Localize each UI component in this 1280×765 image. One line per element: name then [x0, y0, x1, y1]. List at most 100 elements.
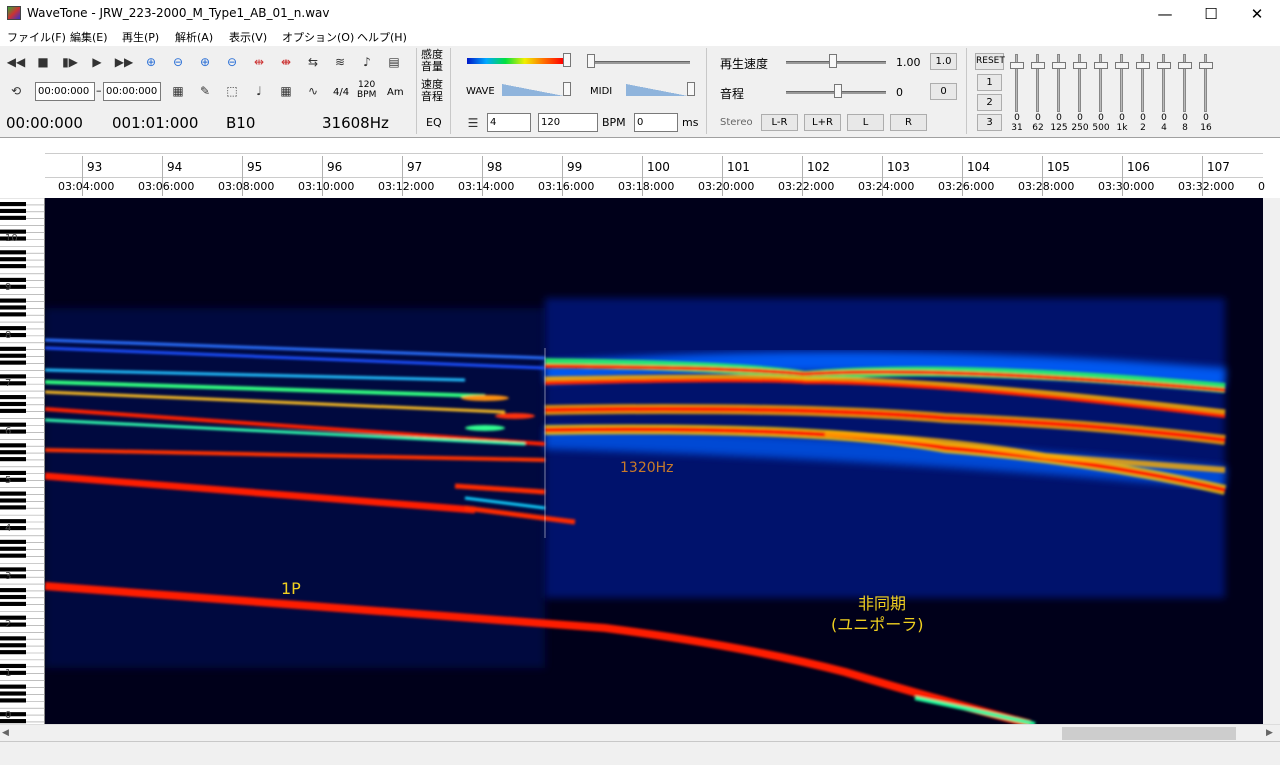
- eq-knob[interactable]: [1073, 62, 1087, 69]
- fast-forward-icon[interactable]: ▶▶: [114, 52, 134, 72]
- minimize-button[interactable]: —: [1142, 0, 1188, 28]
- wave-volume-thumb[interactable]: [563, 82, 571, 96]
- menu-analyze[interactable]: 解析(A): [175, 29, 213, 45]
- eq-band-slider[interactable]: [1115, 54, 1129, 116]
- lr-sum-button[interactable]: L+R: [804, 114, 841, 131]
- zoom-out-freq-icon[interactable]: ⊖: [222, 52, 242, 72]
- zoom-in-freq-icon[interactable]: ⊕: [195, 52, 215, 72]
- view-mode-icon[interactable]: ▦: [168, 81, 188, 101]
- pen-icon[interactable]: ✎: [195, 81, 215, 101]
- sensitivity-label-bottom: 音量: [421, 60, 443, 73]
- stop-icon[interactable]: ■: [33, 52, 53, 72]
- pitch-thumb[interactable]: [834, 84, 842, 98]
- eq-knob[interactable]: [1136, 62, 1150, 69]
- play-icon[interactable]: ▶: [87, 52, 107, 72]
- range-end-field[interactable]: 00:00:000: [103, 82, 161, 101]
- bpm-field[interactable]: 120: [538, 113, 598, 132]
- black-key: [0, 691, 26, 696]
- eq-knob[interactable]: [1031, 62, 1045, 69]
- eq-knob[interactable]: [1115, 62, 1129, 69]
- chord-button[interactable]: Am: [387, 87, 404, 98]
- maximize-button[interactable]: ☐: [1188, 0, 1234, 28]
- eq-band-slider[interactable]: [1094, 54, 1108, 116]
- eq-knob[interactable]: [1199, 62, 1213, 69]
- menu-bar: ファイル(F) 編集(E) 再生(P) 解析(A) 表示(V) オプション(O)…: [0, 28, 1280, 46]
- range-start-field[interactable]: 00:00:000: [35, 82, 95, 101]
- curve-icon[interactable]: ∿: [303, 81, 323, 101]
- pitch-reset-button[interactable]: 0: [930, 83, 957, 100]
- eq-band-slider[interactable]: [1031, 54, 1045, 116]
- sensitivity-slider-thumb[interactable]: [563, 53, 571, 67]
- scroll-thumb[interactable]: [1062, 727, 1236, 740]
- offset-ms-field[interactable]: 0: [634, 113, 678, 132]
- waveform-icon[interactable]: ≋: [330, 52, 350, 72]
- play-speed-reset-button[interactable]: 1.0: [930, 53, 957, 70]
- volume-slider[interactable]: [590, 61, 690, 64]
- menu-file[interactable]: ファイル(F): [7, 29, 66, 45]
- black-key: [0, 326, 26, 331]
- lr-diff-button[interactable]: L-R: [761, 114, 798, 131]
- beats-icon: ☰: [467, 116, 479, 130]
- eq-reset-button[interactable]: RESET: [975, 53, 1005, 70]
- book-icon[interactable]: ▤: [384, 52, 404, 72]
- menu-view[interactable]: 表示(V): [229, 29, 267, 45]
- eq-band-slider[interactable]: [1052, 54, 1066, 116]
- menu-play[interactable]: 再生(P): [122, 29, 159, 45]
- bpm-icon-bottom[interactable]: BPM: [357, 91, 376, 100]
- piano-keyboard[interactable]: 10 9 8 7 6 5 4 3 2 1 0: [0, 197, 45, 724]
- eq-preset-3[interactable]: 3: [977, 114, 1002, 131]
- eq-band-slider[interactable]: [1136, 54, 1150, 116]
- rewind-icon[interactable]: ◀◀: [6, 52, 26, 72]
- menu-options[interactable]: オプション(O): [282, 29, 354, 45]
- shift-icon[interactable]: ⇆: [303, 52, 323, 72]
- eq-band-gain: 0: [1014, 113, 1020, 123]
- eq-knob[interactable]: [1052, 62, 1066, 69]
- black-key: [0, 264, 26, 269]
- ms-unit: ms: [682, 116, 699, 129]
- eq-knob[interactable]: [1094, 62, 1108, 69]
- loop-icon[interactable]: ⟲: [6, 81, 26, 101]
- eq-knob[interactable]: [1010, 62, 1024, 69]
- expand-horizontal-icon[interactable]: ⇹: [249, 52, 269, 72]
- eq-band-gain: 0: [1203, 113, 1209, 123]
- zoom-in-time-icon[interactable]: ⊕: [141, 52, 161, 72]
- note-readout: B10: [226, 114, 256, 132]
- zoom-out-time-icon[interactable]: ⊖: [168, 52, 188, 72]
- menu-edit[interactable]: 編集(E): [70, 29, 108, 45]
- horizontal-scrollbar[interactable]: ◀ ▶: [0, 724, 1280, 741]
- eq-band-slider[interactable]: [1010, 54, 1024, 116]
- eq-band-slider[interactable]: [1199, 54, 1213, 116]
- scroll-left-icon[interactable]: ◀: [2, 728, 12, 738]
- right-channel-button[interactable]: R: [890, 114, 927, 131]
- eq-band-slider[interactable]: [1157, 54, 1171, 116]
- black-key: [0, 284, 26, 289]
- note-icon[interactable]: ♩: [249, 81, 269, 101]
- eq-knob[interactable]: [1178, 62, 1192, 69]
- close-button[interactable]: ✕: [1234, 0, 1280, 28]
- vertical-scrollbar[interactable]: [1263, 198, 1280, 724]
- select-rect-icon[interactable]: ⬚: [222, 81, 242, 101]
- left-channel-button[interactable]: L: [847, 114, 884, 131]
- midi-volume-thumb[interactable]: [687, 82, 695, 96]
- eq-preset-2[interactable]: 2: [977, 94, 1002, 111]
- time-label: 03:28:000: [1018, 180, 1075, 193]
- eq-band-slider[interactable]: [1073, 54, 1087, 116]
- menu-help[interactable]: ヘルプ(H): [357, 29, 407, 45]
- play-speed-thumb[interactable]: [829, 54, 837, 68]
- pause-icon[interactable]: ▮▶: [60, 52, 80, 72]
- time-signature[interactable]: 4/4: [333, 87, 349, 98]
- ruler-marker-strip[interactable]: [45, 138, 1263, 154]
- eq-knob[interactable]: [1157, 62, 1171, 69]
- eq-preset-1[interactable]: 1: [977, 74, 1002, 91]
- eq-band-slider[interactable]: [1178, 54, 1192, 116]
- beats-field[interactable]: 4: [487, 113, 531, 132]
- volume-icon[interactable]: ♪: [357, 52, 377, 72]
- grid-icon[interactable]: ▦: [276, 81, 296, 101]
- black-key: [0, 519, 26, 524]
- eq-band-freq: 2: [1140, 123, 1146, 133]
- scroll-right-icon[interactable]: ▶: [1266, 728, 1276, 738]
- spectrogram-view[interactable]: 1320Hz 1P 非同期 (ユニポーラ): [45, 198, 1263, 724]
- bpm-icon-top[interactable]: 120: [358, 81, 375, 90]
- volume-slider-thumb[interactable]: [587, 54, 595, 68]
- shrink-horizontal-icon[interactable]: ⇼: [276, 52, 296, 72]
